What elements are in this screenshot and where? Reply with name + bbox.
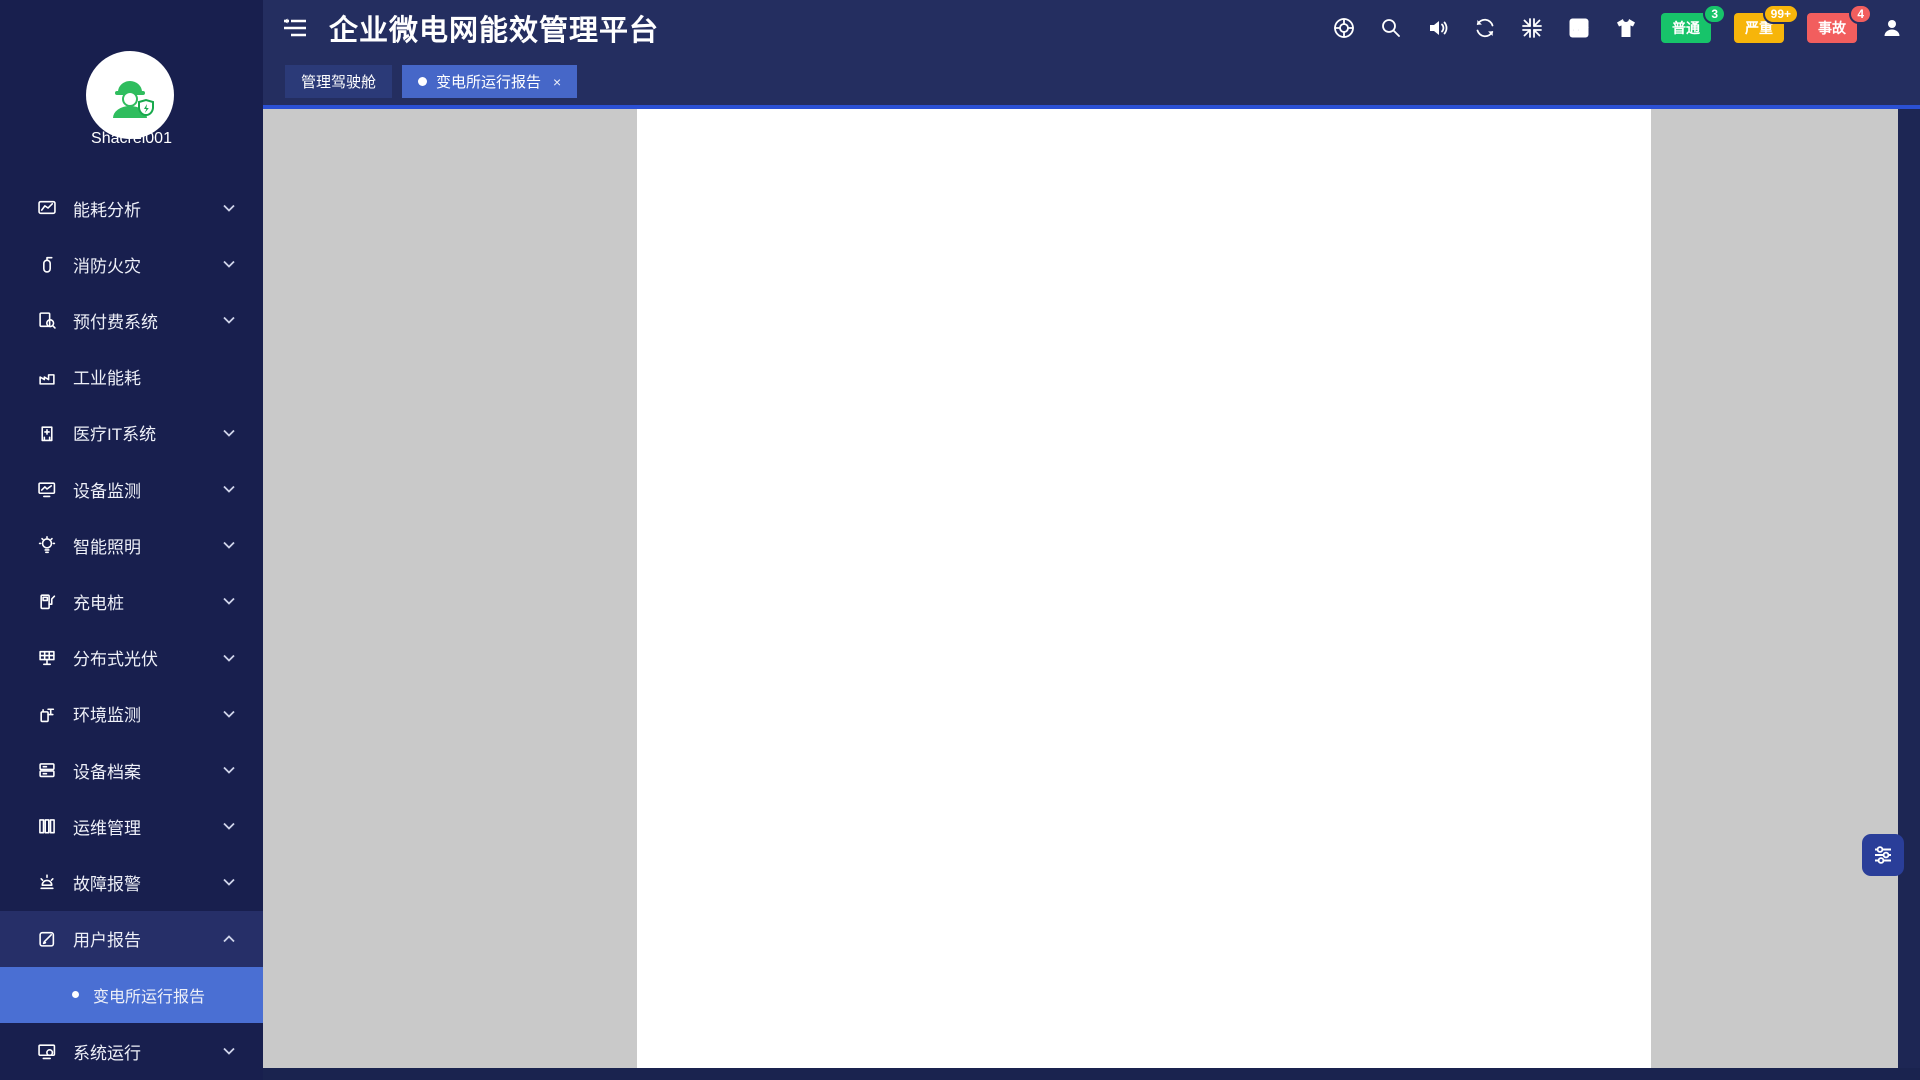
chevron-down-icon bbox=[223, 822, 235, 830]
sliders-icon bbox=[1872, 844, 1894, 866]
sidebar-item-label: 环境监测 bbox=[73, 701, 223, 726]
sidebar: Shacrel001 能耗分析消防火灾预付费系统工业能耗医疗IT系统设备监测智能… bbox=[0, 0, 263, 1080]
tabbar: 管理驾驶舱 变电所运行报告 × bbox=[263, 56, 1920, 105]
username: Shacrel001 bbox=[0, 130, 263, 148]
avatar[interactable] bbox=[86, 51, 174, 139]
sidebar-item-9[interactable]: 环境监测 bbox=[0, 686, 263, 742]
env-monitor-icon bbox=[38, 705, 56, 723]
sidebar-item-label: 运维管理 bbox=[73, 814, 223, 839]
chevron-down-icon bbox=[223, 204, 235, 212]
industrial-energy-icon bbox=[38, 368, 56, 386]
smart-lighting-icon bbox=[38, 536, 56, 554]
sidebar-item-label: 智能照明 bbox=[73, 533, 223, 558]
sidebar-item-label: 消防火灾 bbox=[73, 252, 223, 277]
user-icon[interactable] bbox=[1880, 16, 1904, 40]
chevron-up-icon bbox=[223, 935, 235, 943]
engineer-avatar-icon bbox=[101, 66, 159, 124]
chevron-down-icon bbox=[223, 654, 235, 662]
user-report-icon bbox=[38, 930, 56, 948]
sidebar-item-8[interactable]: 分布式光伏 bbox=[0, 630, 263, 686]
sidebar-item-0[interactable]: 能耗分析 bbox=[0, 180, 263, 236]
sidebar-item-label: 医疗IT系统 bbox=[73, 420, 223, 445]
bottom-background-strip bbox=[263, 1068, 1920, 1080]
menu-collapse-icon[interactable] bbox=[283, 18, 307, 38]
device-monitor-icon bbox=[38, 480, 56, 498]
compress-icon[interactable] bbox=[1520, 16, 1544, 40]
active-tab-dot-icon bbox=[418, 77, 427, 86]
sidebar-item-15[interactable]: 系统运行 bbox=[0, 1023, 263, 1079]
device-archive-icon bbox=[38, 761, 56, 779]
sidebar-item-label: 设备监测 bbox=[73, 477, 223, 502]
tab-1[interactable]: 变电所运行报告 × bbox=[402, 65, 577, 98]
ev-charger-icon bbox=[38, 592, 56, 610]
right-background-strip bbox=[1898, 109, 1920, 1080]
sidebar-item-label: 故障报警 bbox=[73, 870, 223, 895]
topbar-actions: A文 普通3 严重99+ 事故4 bbox=[1332, 0, 1904, 56]
translate-icon[interactable]: A文 bbox=[1567, 16, 1591, 40]
report-page bbox=[637, 109, 1651, 1068]
close-icon[interactable]: × bbox=[553, 74, 561, 90]
app-title: 企业微电网能效管理平台 bbox=[329, 7, 659, 49]
sidebar-item-5[interactable]: 设备监测 bbox=[0, 461, 263, 517]
chevron-down-icon bbox=[223, 710, 235, 718]
chevron-down-icon bbox=[223, 766, 235, 774]
sidebar-item-13[interactable]: 用户报告 bbox=[0, 911, 263, 967]
sidebar-item-1[interactable]: 消防火灾 bbox=[0, 236, 263, 292]
sidebar-item-7[interactable]: 充电桩 bbox=[0, 573, 263, 629]
fire-safety-icon bbox=[38, 255, 56, 273]
sidebar-item-2[interactable]: 预付费系统 bbox=[0, 292, 263, 348]
sidebar-item-label: 设备档案 bbox=[73, 758, 223, 783]
sidebar-item-12[interactable]: 故障报警 bbox=[0, 854, 263, 910]
chevron-down-icon bbox=[223, 1047, 235, 1055]
sidebar-item-label: 充电桩 bbox=[73, 589, 223, 614]
search-icon[interactable] bbox=[1379, 16, 1403, 40]
alarm-badge-0[interactable]: 普通3 bbox=[1661, 13, 1711, 43]
chevron-down-icon bbox=[223, 316, 235, 324]
refresh-icon[interactable] bbox=[1473, 16, 1497, 40]
chevron-down-icon bbox=[223, 541, 235, 549]
chevron-down-icon bbox=[223, 260, 235, 268]
system-run-icon bbox=[38, 1042, 56, 1060]
sidebar-item-label: 用户报告 bbox=[73, 926, 223, 951]
sidebar-item-label: 能耗分析 bbox=[73, 196, 223, 221]
volume-icon[interactable] bbox=[1426, 16, 1450, 40]
sidebar-item-11[interactable]: 运维管理 bbox=[0, 798, 263, 854]
chevron-down-icon bbox=[223, 485, 235, 493]
fault-alarm-icon bbox=[38, 873, 56, 891]
chevron-down-icon bbox=[223, 878, 235, 886]
topbar: 企业微电网能效管理平台 A文 普通3 严重99+ 事故4 bbox=[263, 0, 1920, 56]
filter-settings-button[interactable] bbox=[1862, 834, 1904, 876]
sidebar-item-label: 预付费系统 bbox=[73, 308, 223, 333]
medical-it-icon bbox=[38, 424, 56, 442]
sidebar-item-label: 系统运行 bbox=[73, 1039, 223, 1064]
alarm-count-badge: 4 bbox=[1849, 4, 1872, 24]
ops-mgmt-icon bbox=[38, 817, 56, 835]
prepaid-icon bbox=[38, 311, 56, 329]
sidebar-item-10[interactable]: 设备档案 bbox=[0, 742, 263, 798]
tab-label: 变电所运行报告 bbox=[436, 71, 541, 92]
sidebar-subitem-14[interactable]: 变电所运行报告 bbox=[0, 967, 263, 1023]
alarm-count-badge: 3 bbox=[1703, 4, 1726, 24]
alarm-count-badge: 99+ bbox=[1763, 4, 1799, 24]
alarm-badge-1[interactable]: 严重99+ bbox=[1734, 13, 1784, 43]
lifebuoy-icon[interactable] bbox=[1332, 16, 1356, 40]
sidebar-item-label: 工业能耗 bbox=[73, 364, 263, 389]
sidebar-item-label: 变电所运行报告 bbox=[93, 983, 263, 1007]
shirt-icon[interactable] bbox=[1614, 16, 1638, 40]
sidebar-item-3[interactable]: 工业能耗 bbox=[0, 349, 263, 405]
tabbar-underline bbox=[263, 105, 1920, 109]
chevron-down-icon bbox=[223, 597, 235, 605]
svg-text:文: 文 bbox=[1580, 19, 1588, 29]
solar-pv-icon bbox=[38, 649, 56, 667]
tab-0[interactable]: 管理驾驶舱 bbox=[285, 65, 392, 98]
sidebar-item-6[interactable]: 智能照明 bbox=[0, 517, 263, 573]
chevron-down-icon bbox=[223, 429, 235, 437]
sidebar-item-4[interactable]: 医疗IT系统 bbox=[0, 405, 263, 461]
energy-analysis-icon bbox=[38, 199, 56, 217]
sidebar-item-label: 分布式光伏 bbox=[73, 645, 223, 670]
alarm-badge-2[interactable]: 事故4 bbox=[1807, 13, 1857, 43]
active-bullet-icon bbox=[72, 991, 79, 998]
tab-label: 管理驾驶舱 bbox=[301, 71, 376, 92]
